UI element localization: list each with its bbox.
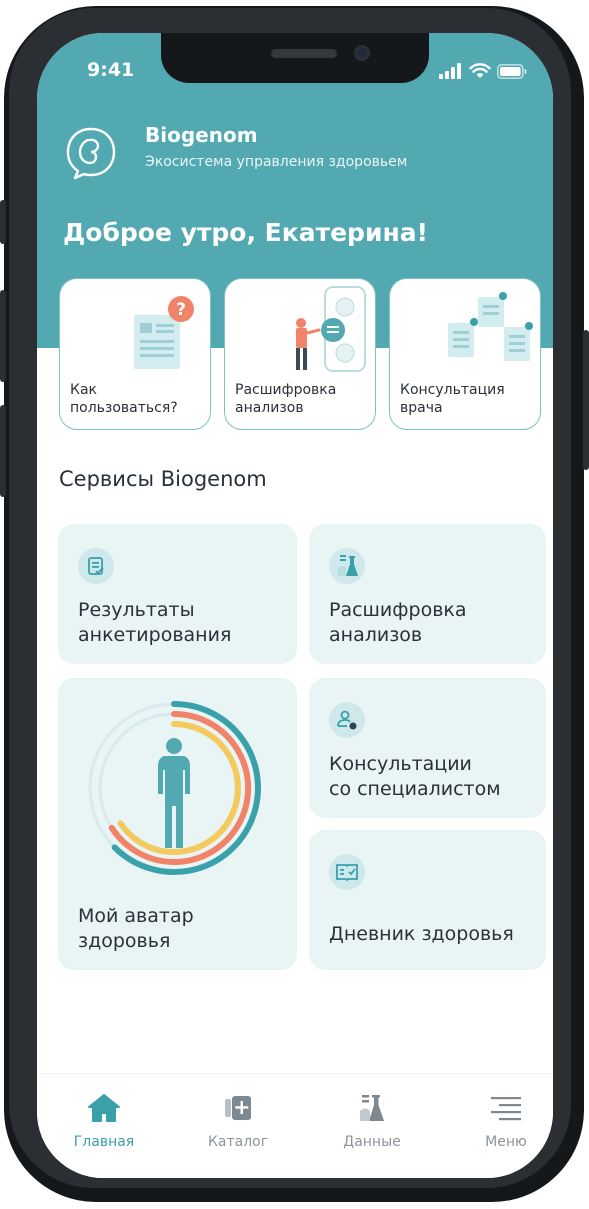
tab-label: Данные bbox=[343, 1134, 401, 1150]
service-health-diary[interactable]: Дневник здоровья bbox=[309, 830, 546, 970]
signal-icon bbox=[439, 63, 461, 79]
tab-data[interactable]: Данные bbox=[322, 1088, 422, 1150]
bottom-tab-bar: Главная Каталог Данные Меню bbox=[37, 1073, 553, 1178]
document-help-icon: ? bbox=[134, 296, 194, 369]
status-time: 9:41 bbox=[87, 59, 135, 81]
services-title: Сервисы Biogenom bbox=[59, 467, 267, 491]
tab-label: Меню bbox=[485, 1134, 527, 1150]
tab-label: Главная bbox=[73, 1134, 135, 1150]
biogenom-logo-icon bbox=[66, 127, 116, 180]
specialist-icon bbox=[329, 702, 365, 738]
power-button bbox=[583, 330, 589, 470]
catalog-icon bbox=[225, 1096, 251, 1120]
service-health-avatar[interactable]: Мой аватар здоровья bbox=[58, 678, 297, 970]
survey-icon bbox=[78, 548, 114, 584]
flask-icon bbox=[329, 548, 365, 584]
health-rings-icon bbox=[88, 701, 261, 875]
front-camera bbox=[354, 45, 370, 61]
quick-card-label: Как пользоваться? bbox=[70, 382, 178, 416]
service-label: Расшифровка анализов bbox=[329, 599, 467, 646]
data-icon bbox=[360, 1095, 384, 1121]
battery-icon bbox=[497, 63, 527, 79]
diary-icon bbox=[329, 854, 365, 890]
app-screen: 9:41 Biogenom Экосистема управления здор… bbox=[37, 33, 553, 1178]
quick-card-label: Расшифровка анализов bbox=[235, 382, 337, 416]
app-name: Biogenom bbox=[145, 123, 258, 147]
quick-card-how-to-use[interactable]: ? Как пользоваться? bbox=[59, 278, 211, 430]
service-specialist-consultation[interactable]: Консультации со специалистом bbox=[309, 678, 546, 818]
tab-label: Каталог bbox=[207, 1134, 269, 1150]
mute-switch bbox=[0, 200, 6, 244]
greeting: Доброе утро, Екатерина! bbox=[63, 218, 429, 247]
service-survey-results[interactable]: Результаты анкетирования bbox=[58, 524, 297, 664]
status-icons bbox=[439, 63, 527, 79]
menu-icon bbox=[491, 1097, 521, 1121]
quick-card-test-decoding[interactable]: Расшифровка анализов bbox=[224, 278, 376, 430]
service-label: Дневник здоровья bbox=[329, 923, 514, 945]
tab-catalog[interactable]: Каталог bbox=[188, 1088, 288, 1150]
tab-home[interactable]: Главная bbox=[54, 1088, 154, 1150]
service-label: Консультации со специалистом bbox=[329, 753, 501, 800]
app-tagline: Экосистема управления здоровьем bbox=[145, 154, 408, 170]
quick-card-label: Консультация врача bbox=[400, 382, 505, 416]
service-label: Мой аватар здоровья bbox=[78, 905, 194, 952]
documents-icon bbox=[448, 292, 533, 361]
service-test-decoding[interactable]: Расшифровка анализов bbox=[309, 524, 546, 664]
svg-text:?: ? bbox=[176, 300, 186, 320]
phone-analysis-icon bbox=[296, 286, 366, 372]
notch bbox=[161, 33, 429, 83]
service-label: Результаты анкетирования bbox=[78, 599, 232, 646]
volume-up-button bbox=[0, 290, 6, 382]
speaker-grille bbox=[271, 49, 337, 58]
tab-menu[interactable]: Меню bbox=[456, 1088, 553, 1150]
home-icon bbox=[88, 1094, 120, 1122]
volume-down-button bbox=[0, 405, 6, 497]
wifi-icon bbox=[469, 63, 491, 78]
quick-card-doctor-consultation[interactable]: Консультация врача bbox=[389, 278, 541, 430]
